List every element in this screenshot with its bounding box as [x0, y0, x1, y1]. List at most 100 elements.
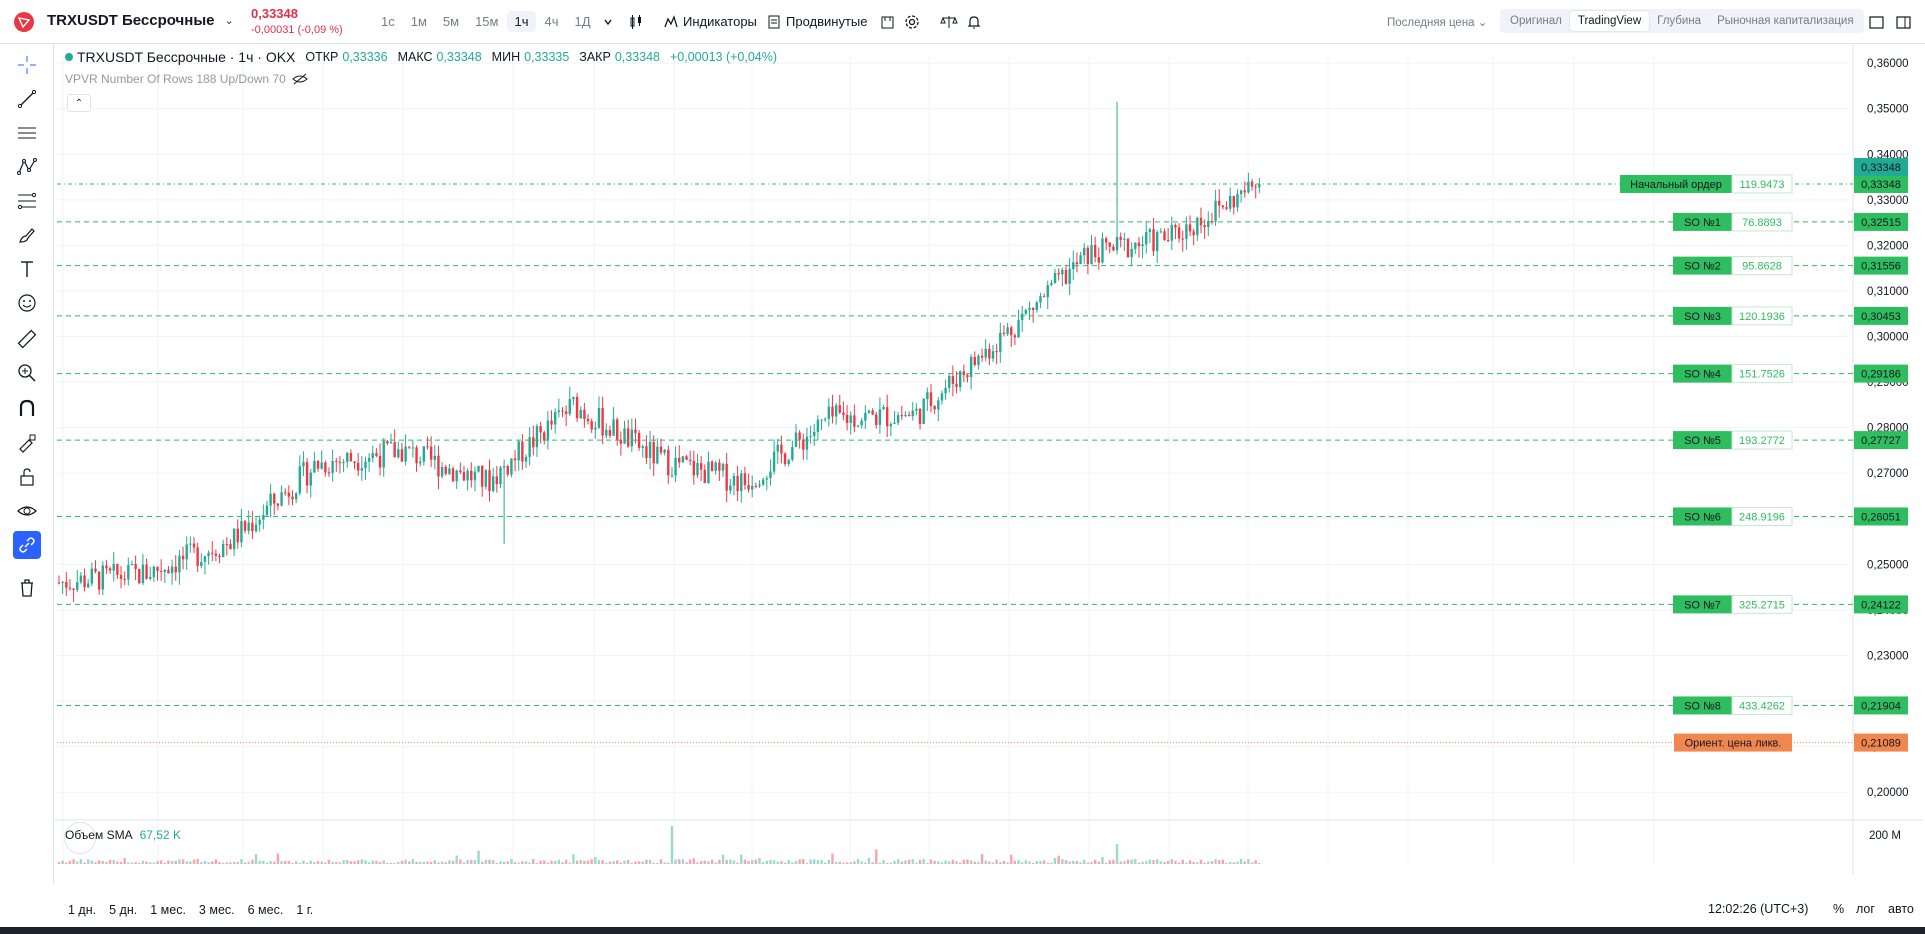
tf-1s[interactable]: 1с	[374, 11, 402, 32]
symbol-selector[interactable]: TRXUSDT Бессрочные ⌄	[47, 12, 234, 29]
crosshair-icon[interactable]	[13, 51, 41, 79]
volume-bar	[995, 859, 998, 864]
candle-body	[243, 521, 247, 531]
fullscreen-icon[interactable]	[1866, 12, 1886, 32]
range-1y[interactable]: 1 г.	[296, 903, 313, 917]
brush-icon[interactable]	[13, 221, 41, 249]
ruler-icon[interactable]	[13, 325, 41, 353]
candle-body	[119, 574, 123, 579]
tf-5m[interactable]: 5м	[436, 11, 466, 32]
volume-bar	[298, 862, 301, 864]
collapse-legend-button[interactable]: ⌃	[67, 94, 91, 112]
tab-tradingview[interactable]: TradingView	[1569, 11, 1650, 31]
tf-15m[interactable]: 15м	[468, 11, 505, 32]
volume-bar	[353, 861, 356, 864]
candle-body	[76, 582, 79, 590]
save-layout-icon[interactable]	[877, 12, 897, 32]
volume-bar	[871, 862, 874, 864]
volume-bar	[637, 861, 641, 864]
candle-body	[1017, 320, 1020, 338]
layout-icon[interactable]	[1893, 12, 1913, 32]
volume-bar	[57, 862, 61, 864]
volume-axis-label: 200 M	[1869, 830, 1901, 842]
tab-depth[interactable]: Глубина	[1649, 11, 1709, 31]
tf-1m[interactable]: 1м	[404, 11, 434, 32]
advanced-button[interactable]: Продвинутые	[767, 14, 867, 29]
price-source-dropdown[interactable]: Последняя цена ⌄	[1387, 15, 1487, 29]
order-label: Начальный ордер	[1630, 179, 1722, 191]
lock-drawing-icon[interactable]	[13, 429, 41, 457]
horizontal-lines-icon[interactable]	[13, 119, 41, 147]
candle-body	[929, 392, 933, 406]
timeframe-group: 1с 1м 5м 15м 1ч 4ч 1Д	[374, 11, 598, 32]
gear-icon[interactable]	[902, 12, 922, 32]
zoom-in-icon[interactable]	[13, 359, 41, 387]
candle-body	[681, 456, 685, 463]
text-icon[interactable]	[13, 255, 41, 283]
volume-bar	[1141, 861, 1144, 864]
range-1d[interactable]: 1 дн.	[68, 903, 96, 917]
candles-icon[interactable]	[626, 12, 646, 32]
candle-body	[207, 552, 210, 557]
bottom-toolbar: 1 дн. 5 дн. 1 мес. 3 мес. 6 мес. 1 г. 12…	[55, 897, 1925, 923]
candle-body	[648, 441, 652, 459]
volume-bar	[123, 858, 126, 864]
compare-scale-icon[interactable]	[939, 12, 959, 32]
volume-bar	[1148, 859, 1152, 864]
auto-toggle[interactable]: авто	[1888, 902, 1914, 916]
candle-body	[247, 522, 250, 531]
candle-body	[1126, 238, 1130, 258]
link-icon[interactable]	[13, 531, 41, 559]
legend-title: TRXUSDT Бессрочные · 1ч · OKX	[77, 49, 296, 65]
volume-bar	[243, 862, 247, 864]
candle-body	[1108, 242, 1111, 247]
alert-icon[interactable]	[964, 12, 984, 32]
volume-bar	[940, 862, 944, 864]
tf-1d[interactable]: 1Д	[568, 11, 598, 32]
volume-bar	[813, 859, 816, 864]
pattern-icon[interactable]	[13, 153, 41, 181]
percent-toggle[interactable]: %	[1833, 902, 1844, 916]
range-6m[interactable]: 6 мес.	[248, 903, 284, 917]
candle-body	[1174, 225, 1177, 228]
candle-body	[907, 414, 911, 417]
eye-hidden-icon[interactable]	[291, 73, 308, 85]
indicators-button[interactable]: Индикаторы	[664, 14, 757, 29]
chevron-down-icon[interactable]	[598, 12, 618, 32]
candle-body	[1141, 244, 1144, 247]
tab-market-cap[interactable]: Рыночная капитализация	[1709, 11, 1862, 31]
range-1m[interactable]: 1 мес.	[150, 903, 186, 917]
range-5d[interactable]: 5 дн.	[109, 903, 137, 917]
candle-body	[637, 432, 641, 448]
volume-legend: Объем SMA 67,52 K	[65, 828, 181, 842]
emoji-icon[interactable]	[13, 289, 41, 317]
candle-body	[900, 415, 903, 417]
volume-bar	[1155, 859, 1159, 864]
trendline-icon[interactable]	[13, 85, 41, 113]
candle-body	[280, 492, 283, 506]
candle-body	[1137, 242, 1141, 247]
fib-icon[interactable]	[13, 187, 41, 215]
unlock-icon[interactable]	[13, 463, 41, 491]
magnet-icon[interactable]	[13, 395, 41, 423]
order-price-label: 0,26051	[1861, 511, 1901, 523]
tab-original[interactable]: Оригинал	[1502, 11, 1570, 31]
log-toggle[interactable]: лог	[1856, 902, 1875, 916]
volume-bar	[754, 859, 758, 864]
range-3m[interactable]: 3 мес.	[199, 903, 235, 917]
candle-body	[586, 418, 590, 422]
tf-4h[interactable]: 4ч	[538, 11, 566, 32]
candle-body	[1021, 313, 1024, 321]
volume-bar	[451, 860, 455, 864]
volume-bar	[324, 862, 327, 864]
volume-bar	[502, 861, 506, 864]
trash-icon[interactable]	[13, 574, 41, 602]
eye-icon[interactable]	[13, 497, 41, 525]
tf-1h[interactable]: 1ч	[507, 11, 536, 32]
clock[interactable]: 12:02:26 (UTC+3)	[1708, 902, 1808, 916]
candle-body	[659, 446, 663, 453]
chart-area[interactable]: 0,36000 0,35000 0,34000 0,33000 0,32000 0,310…	[55, 44, 1923, 874]
candle-body	[813, 431, 816, 436]
price-chart[interactable]: 0,360000,350000,340000,330000,320000,310…	[55, 44, 1925, 874]
candle-body	[437, 455, 440, 477]
